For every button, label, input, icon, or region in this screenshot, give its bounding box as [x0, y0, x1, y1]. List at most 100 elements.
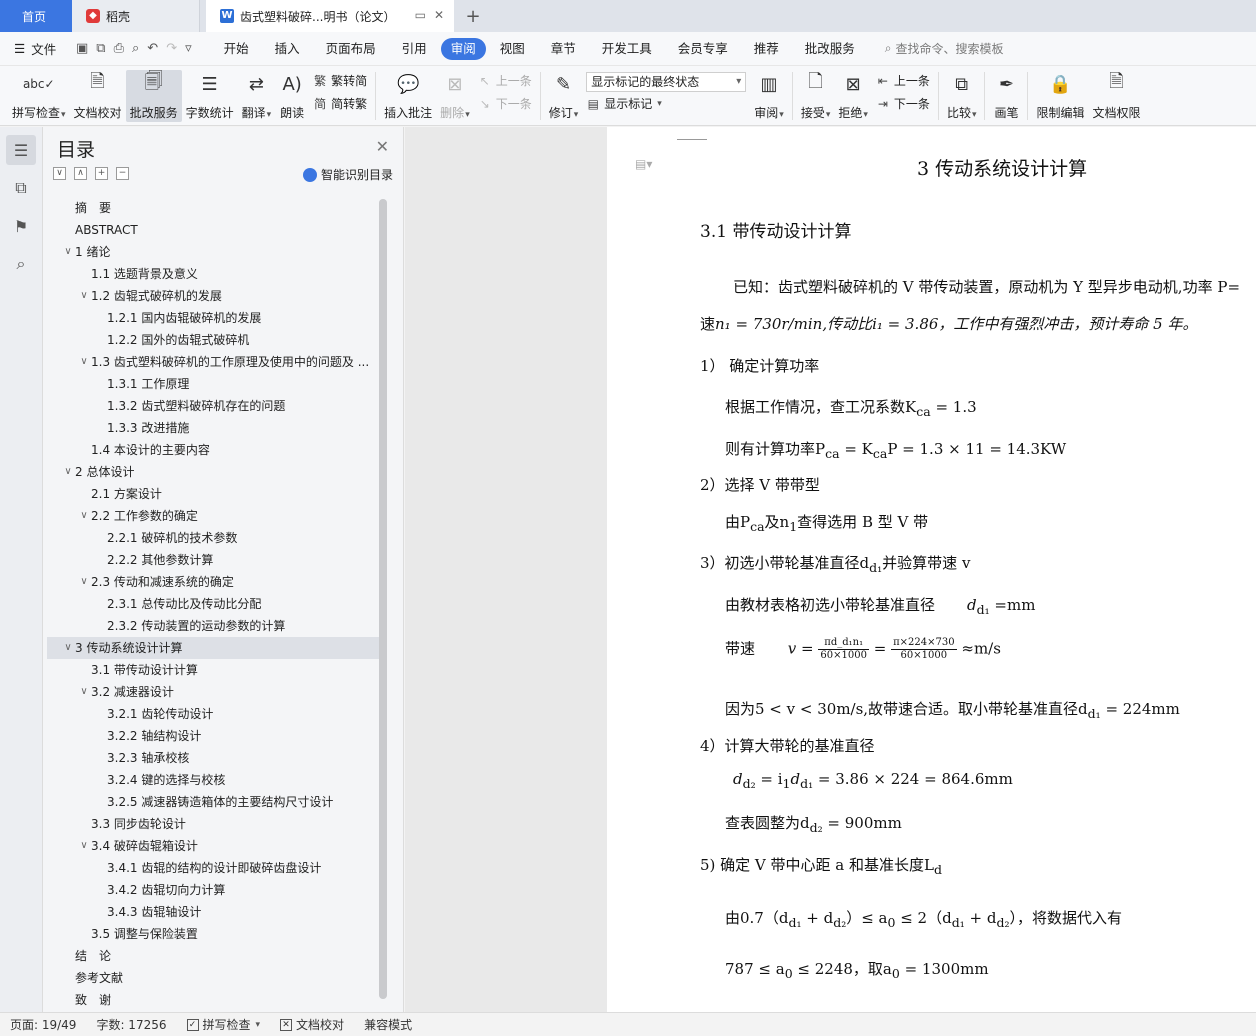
toc-item[interactable]: 1.4 本设计的主要内容 — [47, 439, 381, 461]
toc-item[interactable]: ∨ 1 绪论 — [47, 241, 381, 263]
toc-expand-all-icon[interactable]: ∧ — [74, 167, 87, 180]
toc-expand-toggle-icon[interactable]: ∨ — [77, 351, 91, 373]
toc-item[interactable]: ∨ 2.2 工作参数的确定 — [47, 505, 381, 527]
toc-scrollbar[interactable] — [379, 199, 387, 999]
toc-item[interactable]: ∨ 3.4 破碎齿辊箱设计 — [47, 835, 381, 857]
toc-item[interactable]: 2.3.1 总传动比及传动比分配 — [47, 593, 381, 615]
toc-item[interactable]: 1.3.1 工作原理 — [47, 373, 381, 395]
ribbon-tab-recommend[interactable]: 推荐 — [742, 38, 791, 60]
ribbon-tab-correction[interactable]: 批改服务 — [793, 38, 867, 60]
toc-expand-toggle-icon[interactable]: ∨ — [77, 681, 91, 703]
toc-item[interactable]: ∨ 3.2 减速器设计 — [47, 681, 381, 703]
doc-permission-button[interactable]: 🗎 文档权限 — [1089, 70, 1145, 122]
word-count-indicator[interactable]: 字数: 17256 — [86, 1016, 176, 1033]
correction-service-button[interactable]: 🗐 批改服务 — [125, 70, 182, 122]
toc-remove-icon[interactable]: − — [116, 167, 129, 180]
toc-expand-toggle-icon[interactable]: ∨ — [77, 835, 91, 857]
pen-button[interactable]: ✒ 画笔 — [989, 70, 1023, 122]
toc-item[interactable]: ∨ 2 总体设计 — [47, 461, 381, 483]
doc-proofread-button[interactable]: 🗎 文档校对 — [70, 70, 126, 122]
ribbon-tab-layout[interactable]: 页面布局 — [314, 38, 388, 60]
paragraph-options-icon[interactable]: ▤▾ — [635, 157, 652, 171]
trad-to-simp-button[interactable]: 繁繁转简 — [313, 72, 367, 89]
tab-home[interactable]: 首页 — [0, 0, 72, 32]
redo-icon[interactable]: ↷ — [166, 41, 177, 56]
toc-item[interactable]: 2.1 方案设计 — [47, 483, 381, 505]
toc-item[interactable]: ∨ 3 传动系统设计计算 — [47, 637, 381, 659]
ribbon-tab-view[interactable]: 视图 — [488, 38, 537, 60]
toc-item[interactable]: 致 谢 — [47, 989, 381, 1011]
tab-daoke[interactable]: ◆ 稻壳 — [72, 0, 200, 32]
chapter-nav-icon[interactable]: ⧉ — [6, 173, 36, 203]
toc-item[interactable]: 3.2.2 轴结构设计 — [47, 725, 381, 747]
save-icon[interactable]: ▣ — [76, 41, 88, 56]
toc-expand-toggle-icon[interactable]: ∨ — [77, 285, 91, 307]
toc-add-icon[interactable]: + — [95, 167, 108, 180]
smart-toc-button[interactable]: 智能识别目录 — [302, 166, 393, 183]
toc-expand-toggle-icon[interactable]: ∨ — [61, 637, 75, 659]
document-page[interactable]: ▤▾ 3 传动系统设计计算 3.1 带传动设计计算 已知：齿式塑料破碎机的 V … — [607, 127, 1256, 1012]
delete-comment-button[interactable]: ⊠ 删除▾ — [436, 70, 474, 122]
toc-item[interactable]: 3.3 同步齿轮设计 — [47, 813, 381, 835]
tab-close-icon[interactable]: ✕ — [434, 8, 444, 22]
show-markup-button[interactable]: ▤ 显示标记 ▾ — [586, 95, 746, 112]
more-dropdown-icon[interactable]: ▿ — [185, 41, 192, 56]
markup-view-select[interactable]: 显示标记的最终状态 — [586, 72, 747, 92]
toc-item[interactable]: 结 论 — [47, 945, 381, 967]
toc-item[interactable]: 1.2.2 国外的齿辊式破碎机 — [47, 329, 381, 351]
ribbon-tab-insert[interactable]: 插入 — [263, 38, 312, 60]
toc-item[interactable]: 3.2.1 齿轮传动设计 — [47, 703, 381, 725]
toc-item[interactable]: 1.3.2 齿式塑料破碎机存在的问题 — [47, 395, 381, 417]
toc-item[interactable]: 3.2.4 键的选择与校核 — [47, 769, 381, 791]
command-search[interactable]: ⌕ 查找命令、搜索模板 — [885, 40, 1004, 57]
ribbon-tab-member[interactable]: 会员专享 — [666, 38, 740, 60]
tab-document[interactable]: W 齿式塑料破碎...明书（论文） ▭ ✕ — [206, 0, 454, 32]
toc-item[interactable]: ABSTRACT — [47, 219, 381, 241]
toc-item[interactable]: 3.2.3 轴承校核 — [47, 747, 381, 769]
toc-item[interactable]: 1.3.3 改进措施 — [47, 417, 381, 439]
toc-item[interactable]: 2.2.1 破碎机的技术参数 — [47, 527, 381, 549]
accept-change-button[interactable]: 🗋 接受▾ — [797, 70, 835, 122]
ribbon-tab-chapter[interactable]: 章节 — [539, 38, 588, 60]
insert-comment-button[interactable]: 💬 插入批注 — [380, 70, 436, 122]
toc-close-icon[interactable]: ✕ — [376, 137, 389, 156]
export-pdf-icon[interactable]: ⧉ — [96, 41, 105, 56]
print-preview-icon[interactable]: ⌕ — [132, 41, 139, 56]
toc-item[interactable]: 2.2.2 其他参数计算 — [47, 549, 381, 571]
review-pane-button[interactable]: ▥ 审阅▾ — [750, 70, 788, 122]
toc-item[interactable]: 3.4.3 齿辊轴设计 — [47, 901, 381, 923]
spell-check-button[interactable]: abc✓ 拼写检查▾ — [8, 70, 70, 122]
status-spell-check[interactable]: ✓ 拼写检查 ▾ — [177, 1016, 271, 1033]
toc-item[interactable]: 2.3.2 传动装置的运动参数的计算 — [47, 615, 381, 637]
toc-collapse-all-icon[interactable]: ∨ — [53, 167, 66, 180]
find-icon[interactable]: ⌕ — [6, 249, 36, 279]
toc-item[interactable]: 1.1 选题背景及意义 — [47, 263, 381, 285]
toc-item[interactable]: ∨ 1.3 齿式塑料破碎机的工作原理及使用中的问题及 ... — [47, 351, 381, 373]
tab-pin-icon[interactable]: ▭ — [415, 8, 426, 22]
toc-item[interactable]: ∨ 2.3 传动和减速系统的确定 — [47, 571, 381, 593]
toc-expand-toggle-icon[interactable]: ∨ — [61, 461, 75, 483]
read-aloud-button[interactable]: A) 朗读 — [275, 70, 309, 122]
toc-item[interactable]: 3.4.1 齿辊的结构的设计即破碎齿盘设计 — [47, 857, 381, 879]
toc-item[interactable]: 1.2.1 国内齿辊破碎机的发展 — [47, 307, 381, 329]
ribbon-tab-start[interactable]: 开始 — [212, 38, 261, 60]
next-change-button[interactable]: ⇥ 下一条 — [876, 95, 930, 112]
print-icon[interactable]: ⎙ — [114, 41, 124, 56]
status-proofread[interactable]: ✕ 文档校对 — [270, 1016, 354, 1033]
reject-change-button[interactable]: ⊠ 拒绝▾ — [834, 70, 872, 122]
toc-item[interactable]: 参考文献 — [47, 967, 381, 989]
word-count-button[interactable]: ☰ 字数统计 — [182, 70, 238, 122]
ribbon-tab-developer[interactable]: 开发工具 — [590, 38, 664, 60]
toc-item[interactable]: 3.5 调整与保险装置 — [47, 923, 381, 945]
toc-panel-icon[interactable]: ☰ — [6, 135, 36, 165]
compare-button[interactable]: ⧉ 比较▾ — [943, 70, 981, 122]
undo-icon[interactable]: ↶ — [147, 41, 158, 56]
ribbon-tab-review[interactable]: 审阅 — [440, 37, 486, 60]
toc-item[interactable]: ∨ 1.2 齿辊式破碎机的发展 — [47, 285, 381, 307]
next-comment-button[interactable]: ↘ 下一条 — [478, 95, 532, 112]
restrict-edit-button[interactable]: 🔒 限制编辑 — [1032, 70, 1088, 122]
toc-item[interactable]: 摘 要 — [47, 197, 381, 219]
new-tab-plus-icon[interactable]: + — [458, 0, 488, 32]
prev-comment-button[interactable]: ↖ 上一条 — [478, 72, 532, 89]
toc-expand-toggle-icon[interactable]: ∨ — [77, 571, 91, 593]
